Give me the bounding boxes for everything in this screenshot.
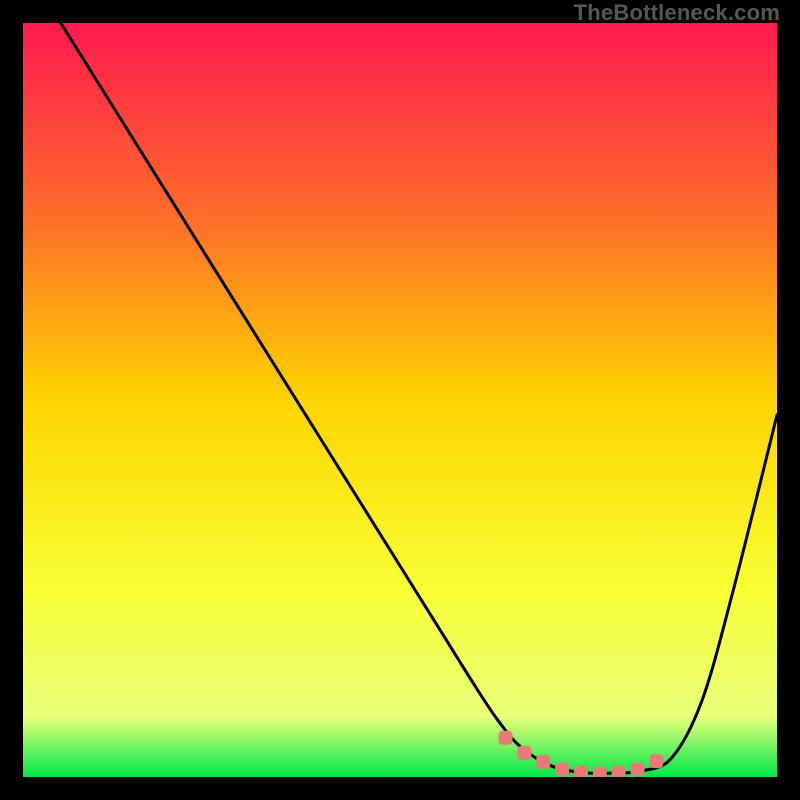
chart-plot — [23, 23, 777, 777]
marker-point — [593, 766, 607, 777]
marker-point — [612, 765, 626, 777]
marker-point — [631, 762, 645, 776]
marker-point — [555, 762, 569, 776]
watermark-text: TheBottleneck.com — [574, 0, 780, 26]
chart-svg — [23, 23, 777, 777]
marker-point — [517, 746, 531, 760]
gradient-background — [23, 23, 777, 777]
marker-point — [649, 754, 663, 768]
marker-point — [536, 755, 550, 769]
marker-point — [499, 731, 513, 745]
marker-point — [574, 765, 588, 777]
